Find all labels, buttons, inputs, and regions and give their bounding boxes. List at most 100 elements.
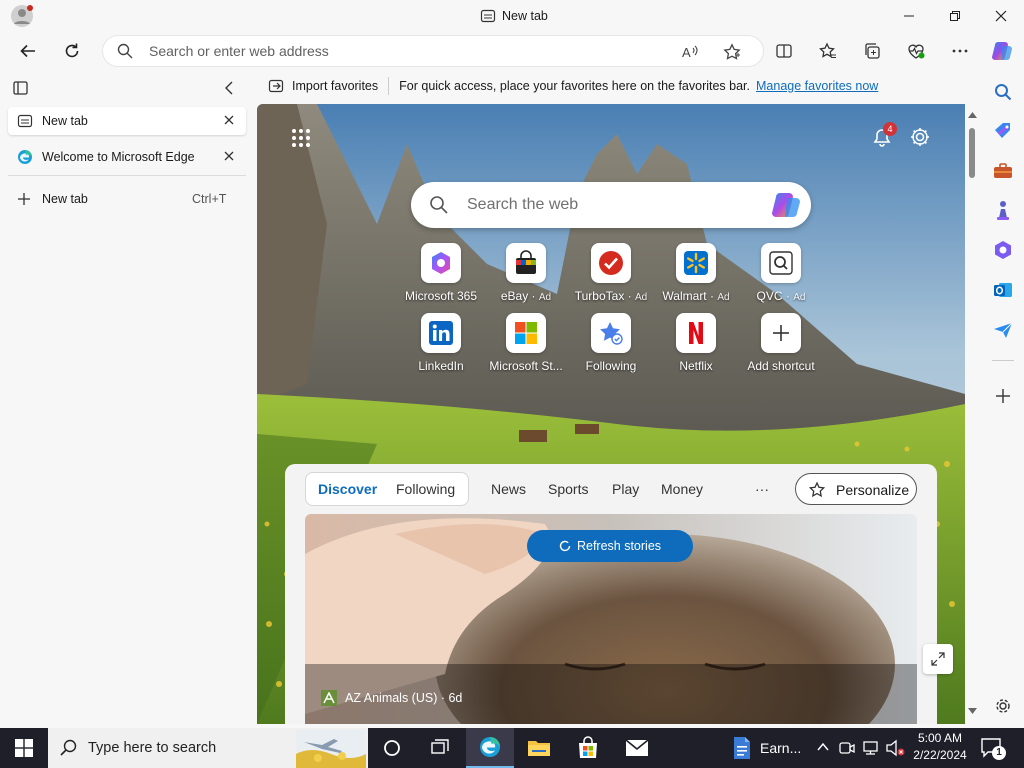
vertical-tab-new-tab[interactable]: New tab	[8, 107, 246, 135]
ad-tag: Ad	[793, 292, 806, 303]
more-options-button[interactable]	[944, 35, 976, 67]
feed-tab-sports[interactable]: Sports	[548, 473, 588, 505]
taskbar-edge-app[interactable]	[466, 728, 514, 768]
back-button[interactable]	[12, 35, 44, 67]
page-settings-icon[interactable]	[909, 126, 931, 148]
close-tab-icon[interactable]	[223, 150, 235, 162]
shortcut-turbotax[interactable]: TurboTax · Ad	[569, 243, 653, 303]
new-tab-button[interactable]: New tab Ctrl+T	[8, 185, 246, 213]
minimize-button[interactable]	[886, 0, 932, 32]
cortana-icon[interactable]	[368, 728, 416, 768]
restore-button[interactable]	[932, 0, 978, 32]
import-favorites-button[interactable]: Import favorites	[268, 78, 378, 94]
close-tab-icon[interactable]	[223, 114, 235, 126]
title-bar: New tab	[0, 0, 1024, 32]
story-source: AZ Animals (US) · 6d	[321, 690, 462, 706]
tools-briefcase-icon[interactable]	[987, 155, 1019, 187]
favbar-divider	[388, 77, 390, 95]
mail-icon[interactable]	[613, 728, 661, 768]
taskbar-search-placeholder: Type here to search	[88, 740, 217, 756]
taskbar-document-app[interactable]: Earn...	[728, 728, 806, 768]
linkedin-icon	[421, 313, 461, 353]
profile-avatar[interactable]	[10, 4, 34, 28]
vertical-tab-welcome[interactable]: Welcome to Microsoft Edge	[8, 143, 246, 171]
shortcut-label: Microsoft St...	[489, 359, 563, 373]
collapse-pane-icon[interactable]	[222, 80, 236, 96]
feed-tab-money[interactable]: Money	[661, 473, 703, 505]
personalize-button[interactable]: Personalize	[795, 473, 917, 505]
web-search-placeholder: Search the web	[467, 196, 579, 213]
task-view-icon[interactable]	[416, 728, 464, 768]
feed-more-button[interactable]: ···	[755, 473, 769, 505]
browser-essentials-button[interactable]	[900, 35, 932, 67]
clock[interactable]: 5:00 AM 2/22/2024	[906, 730, 974, 764]
meet-now-icon[interactable]	[838, 739, 856, 757]
feed-tab-play[interactable]: Play	[612, 473, 639, 505]
sidebar-search-icon[interactable]	[987, 76, 1019, 108]
shortcut-following[interactable]: Following	[569, 313, 653, 373]
favorite-star-icon[interactable]	[723, 43, 741, 61]
outlook-icon[interactable]	[987, 274, 1019, 306]
turbotax-check-icon	[591, 243, 631, 283]
shortcut-netflix[interactable]: Netflix	[654, 313, 738, 373]
edge-sidebar	[982, 70, 1024, 728]
ad-tag: Ad	[717, 292, 730, 303]
volume-muted-icon[interactable]	[885, 739, 905, 757]
add-sidebar-app-icon[interactable]	[987, 380, 1019, 412]
shortcut-ebay[interactable]: eBay · Ad	[484, 243, 568, 303]
favorites-button[interactable]	[812, 35, 844, 67]
address-bar[interactable]: A	[102, 35, 764, 67]
window-tab-title[interactable]: New tab	[480, 0, 548, 32]
microsoft-365-icon	[421, 243, 461, 283]
shortcut-linkedin[interactable]: LinkedIn	[399, 313, 483, 373]
notification-badge: 4	[883, 122, 897, 136]
shortcut-label: Netflix	[679, 359, 713, 373]
manage-favorites-link[interactable]: Manage favorites now	[756, 79, 878, 93]
read-aloud-icon[interactable]: A	[681, 43, 699, 61]
feed-tab-news[interactable]: News	[491, 473, 526, 505]
copilot-button[interactable]	[986, 35, 1018, 67]
address-input[interactable]	[149, 36, 669, 66]
apps-launcher-icon[interactable]	[291, 128, 311, 148]
drop-send-icon[interactable]	[987, 314, 1019, 346]
refresh-button[interactable]	[56, 35, 88, 67]
microsoft-365-sidebar-icon[interactable]	[987, 234, 1019, 266]
collections-button[interactable]	[856, 35, 888, 67]
refresh-stories-button[interactable]: Refresh stories	[527, 530, 693, 562]
story-card[interactable]: Refresh stories AZ Animals (US) · 6d	[305, 514, 917, 724]
shortcut-walmart[interactable]: Walmart · Ad	[654, 243, 738, 303]
notifications-bell-icon[interactable]: 4	[871, 122, 897, 148]
new-tab-label: New tab	[42, 192, 88, 206]
web-search-box[interactable]: Search the web	[411, 182, 811, 228]
games-chess-icon[interactable]	[987, 194, 1019, 226]
copilot-icon[interactable]	[771, 191, 801, 219]
network-icon[interactable]	[862, 739, 880, 757]
sidebar-settings-icon[interactable]	[987, 690, 1019, 722]
feed-tab-discover[interactable]: Discover	[318, 473, 377, 505]
split-screen-button[interactable]	[768, 35, 800, 67]
ad-tag: Ad	[538, 292, 552, 303]
shortcut-qvc[interactable]: QVC · Ad	[739, 243, 823, 303]
content-scrollbar[interactable]	[965, 104, 980, 724]
shortcut-microsoft-365[interactable]: Microsoft 365	[399, 243, 483, 303]
scrollbar-thumb[interactable]	[969, 128, 975, 178]
feed-tab-following[interactable]: Following	[396, 473, 455, 505]
add-shortcut-plus-icon	[761, 313, 801, 353]
svg-text:A: A	[682, 45, 691, 60]
close-window-button[interactable]	[978, 0, 1024, 32]
shortcut-microsoft-store[interactable]: Microsoft St...	[484, 313, 568, 373]
show-hidden-icons-chevron-icon[interactable]	[816, 740, 830, 754]
new-tab-page: 4 Search the web Microsoft 365 eBay · Ad…	[257, 104, 965, 724]
start-button[interactable]	[0, 728, 48, 768]
taskbar-search-icon	[60, 739, 78, 757]
shopping-tag-icon[interactable]	[987, 115, 1019, 147]
microsoft-store-taskbar-icon[interactable]	[564, 728, 612, 768]
taskbar-search-box[interactable]: Type here to search	[48, 728, 368, 768]
expand-icon[interactable]	[923, 644, 953, 674]
shortcut-add[interactable]: Add shortcut	[739, 313, 823, 373]
search-icon	[429, 195, 449, 215]
file-explorer-icon[interactable]	[515, 728, 563, 768]
tab-actions-icon[interactable]	[12, 80, 30, 96]
windows-taskbar: Type here to search Earn... 5:00 AM 2/22…	[0, 728, 1024, 768]
action-center-icon[interactable]: 1	[980, 736, 1006, 760]
